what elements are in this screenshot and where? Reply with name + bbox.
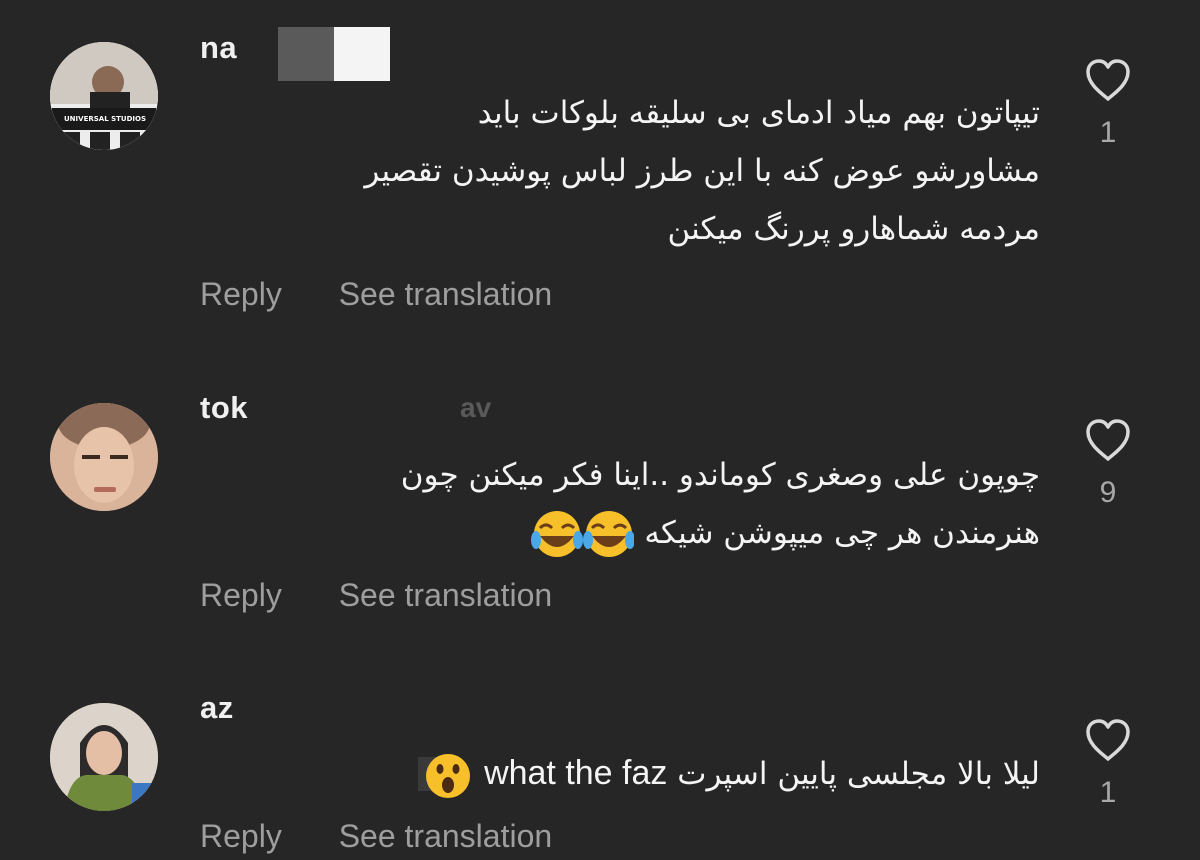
username[interactable]: tok [200,390,248,426]
username[interactable]: az [200,690,234,726]
avatar-image [50,42,158,150]
reply-button[interactable]: Reply [200,818,282,855]
like-count: 1 [1099,116,1117,149]
like-count: 1 [1099,776,1117,809]
avatar[interactable]: UNIVERSAL STUDIOS [50,42,158,150]
username[interactable]: na [200,30,237,66]
avatar[interactable] [50,403,158,511]
comment-line: هنرمندن هر چی میپوشن شیکه [644,515,1040,551]
heart-icon[interactable] [1084,58,1132,102]
like-count: 9 [1099,476,1117,509]
heart-icon[interactable] [1084,718,1132,762]
avatar-logo-text: UNIVERSAL STUDIOS [64,115,147,123]
username-faded: av [460,392,492,423]
like-control: 1 [1080,58,1136,150]
comment-line: تیپاتون بهم میاد ادمای بی سلیقه بلوکات ب… [477,95,1040,131]
comment-line: مشاورشو عوض کنه با این طرز لباس پوشیدن ت… [364,153,1040,189]
comment-text: لیلا بالا مجلسی پایین اسپرت what the faz [180,744,1040,803]
surprised-emoji [418,753,471,798]
comment-actions: Reply See translation [200,818,552,855]
comment-line-with-emoji: لیلا بالا مجلسی پایین اسپرت what the faz [180,744,1040,803]
username-blur [278,27,334,81]
heart-icon[interactable] [1084,418,1132,462]
reply-button[interactable]: Reply [200,276,282,313]
comment-line: لیلا بالا مجلسی پایین اسپرت [677,756,1040,792]
username-blur [334,27,390,81]
avatar-image [50,703,158,811]
comment-line: مردمه شماهارو پررنگ میکنن [667,211,1040,247]
like-control: 9 [1080,418,1136,510]
see-translation-button[interactable]: See translation [339,818,552,855]
see-translation-button[interactable]: See translation [339,276,552,313]
comment-latin-part: what the faz [484,754,668,792]
comment-actions: Reply See translation [200,276,552,313]
like-control: 1 [1080,718,1136,810]
comment-line: چوپون علی وصغری کوماندو ..اینا فکر میکنن… [400,457,1040,493]
laughing-emoji [531,510,636,557]
comment-text: تیپاتون بهم میاد ادمای بی سلیقه بلوکات ب… [180,84,1040,258]
reply-button[interactable]: Reply [200,577,282,614]
comment-text: چوپون علی وصغری کوماندو ..اینا فکر میکنن… [180,446,1040,562]
comment-actions: Reply See translation [200,577,552,614]
avatar-image [50,403,158,511]
comment-line-with-emoji: هنرمندن هر چی میپوشن شیکه [180,504,1040,562]
avatar[interactable] [50,703,158,811]
see-translation-button[interactable]: See translation [339,577,552,614]
